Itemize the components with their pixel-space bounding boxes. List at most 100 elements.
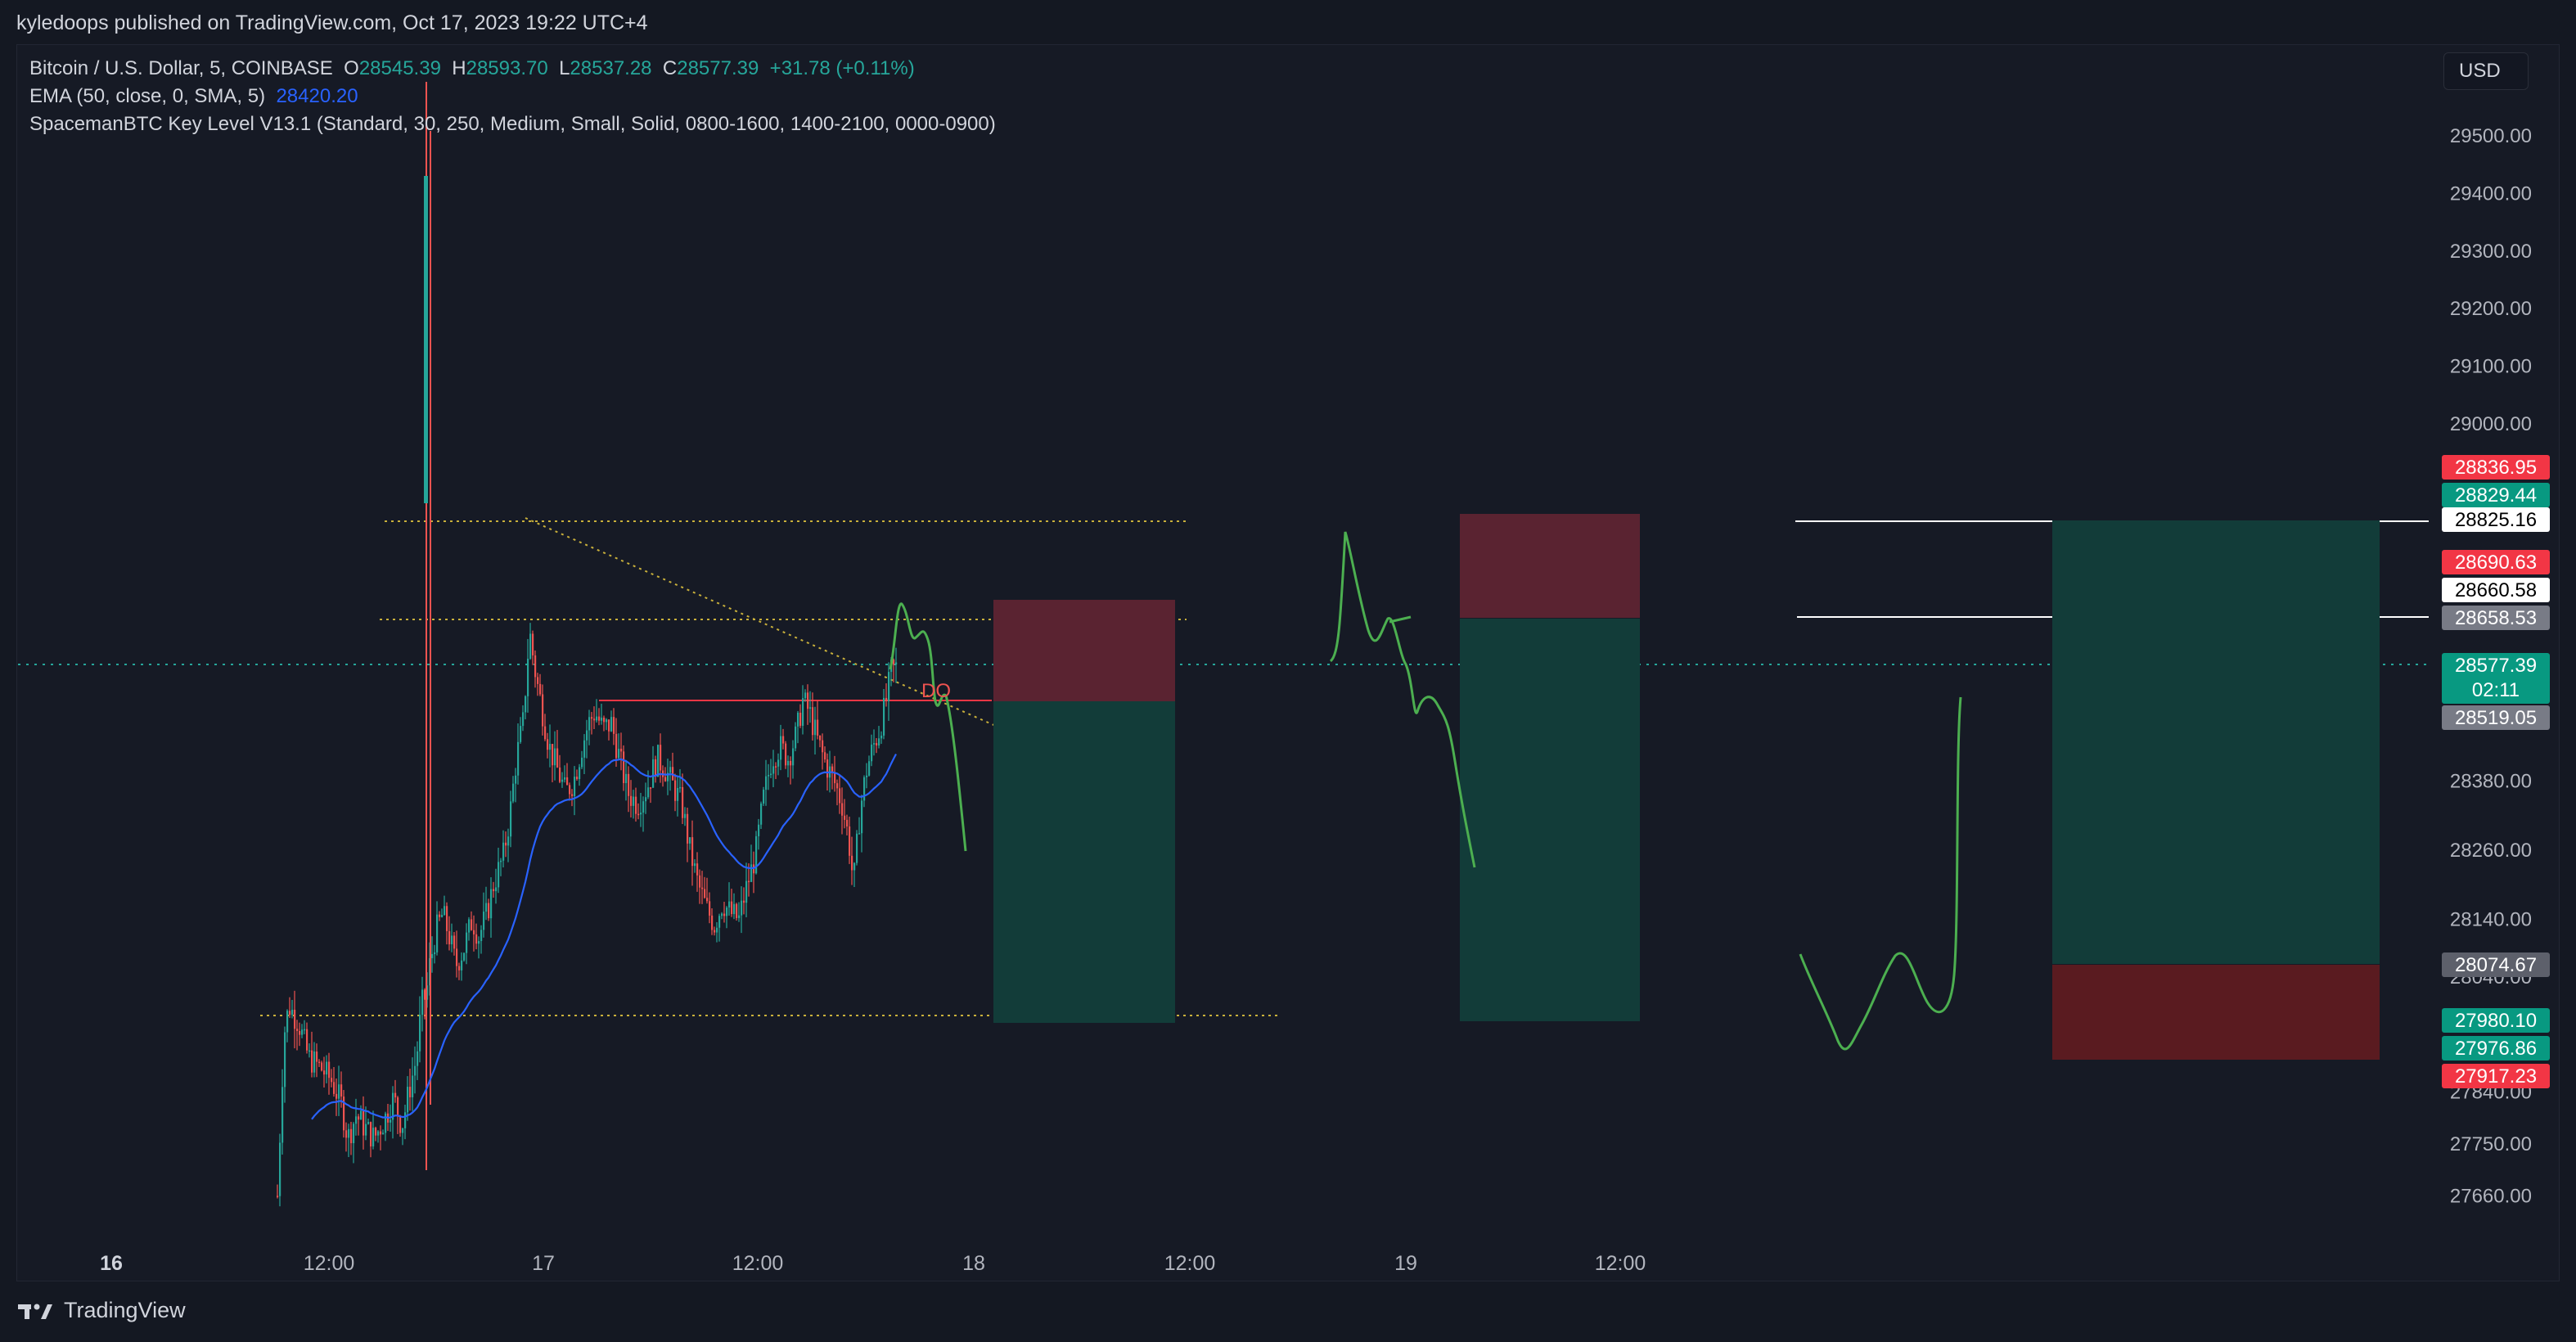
price-tag-label: 28690.63 — [2455, 552, 2537, 574]
candle — [677, 776, 679, 817]
candle — [505, 831, 507, 858]
long-position-target-zone[interactable] — [2052, 520, 2380, 964]
candle — [453, 932, 456, 956]
short-position-2-target-zone[interactable] — [1460, 619, 1640, 1021]
candle — [613, 708, 615, 745]
candle — [647, 770, 650, 799]
price-tag-label: 27980.10 — [2455, 1010, 2537, 1032]
candle — [603, 715, 606, 732]
candle — [277, 1184, 279, 1199]
candle — [419, 996, 421, 1063]
currency-button[interactable]: USD — [2443, 52, 2529, 90]
candle — [760, 801, 763, 830]
candle — [718, 913, 721, 942]
projection-path-2-hook[interactable] — [1389, 615, 1412, 624]
candle — [377, 1129, 380, 1143]
candle — [363, 1096, 365, 1150]
candle — [866, 763, 868, 789]
candle — [279, 1133, 281, 1207]
candle — [863, 775, 866, 808]
short-position-1-stop-zone[interactable] — [993, 600, 1175, 701]
candle — [824, 746, 826, 763]
candle — [758, 818, 760, 850]
price-tag-label: 28660.58 — [2455, 579, 2537, 601]
candle — [792, 740, 795, 779]
projection-path-1[interactable] — [889, 602, 967, 852]
long-position-stop-zone[interactable] — [2052, 965, 2380, 1060]
candle — [301, 1024, 304, 1038]
candle — [657, 744, 660, 777]
candle — [868, 755, 871, 777]
projection-path-3[interactable] — [1799, 696, 1962, 1051]
candle — [687, 808, 689, 862]
price-tag: 27976.86 — [2442, 1036, 2550, 1061]
candle — [338, 1065, 340, 1116]
candle — [802, 685, 804, 735]
candle — [841, 787, 844, 835]
time-axis[interactable]: 16 12:00 17 12:00 18 12:00 19 12:00 — [100, 1252, 1646, 1275]
x-tick-label: 12:00 — [304, 1252, 355, 1275]
candle — [375, 1126, 377, 1142]
y-tick-label: 28380.00 — [2450, 770, 2532, 792]
candle — [370, 1121, 372, 1158]
candle — [745, 862, 748, 917]
legend-row-indicator[interactable]: SpacemanBTC Key Level V13.1 (Standard, 3… — [29, 113, 996, 136]
position-tools[interactable] — [993, 514, 2380, 1060]
candle — [345, 1122, 348, 1152]
candle — [885, 683, 888, 707]
candle — [333, 1066, 336, 1097]
candle — [851, 836, 853, 885]
candle — [461, 952, 463, 981]
candle — [765, 759, 768, 806]
candle — [731, 889, 733, 917]
candle — [328, 1052, 331, 1095]
candle — [480, 925, 483, 954]
candle — [299, 1022, 301, 1047]
candle — [782, 728, 785, 750]
candle — [493, 881, 495, 898]
candle — [625, 759, 628, 801]
price-tag: 28836.95 — [2442, 455, 2550, 480]
price-tag: 28829.44 — [2442, 483, 2550, 507]
candle — [780, 724, 782, 771]
candle — [797, 710, 799, 744]
candle — [809, 691, 812, 723]
candle — [893, 658, 895, 682]
legend-row-ema[interactable]: EMA (50, close, 0, SMA, 5) 28420.20 — [29, 85, 358, 108]
price-tag-label: 27976.86 — [2455, 1038, 2537, 1060]
short-position-2-stop-zone[interactable] — [1460, 514, 1640, 618]
candle — [331, 1069, 333, 1088]
candle — [571, 789, 574, 807]
candle — [694, 858, 696, 873]
candle — [286, 1009, 289, 1043]
candle — [696, 852, 699, 892]
candle — [785, 741, 787, 769]
tradingview-logo[interactable]: TradingView — [16, 1298, 186, 1323]
candle — [394, 1079, 397, 1103]
price-tag-label: 28825.16 — [2455, 509, 2537, 531]
candle — [601, 703, 603, 725]
candle — [441, 908, 444, 918]
candle — [473, 915, 475, 952]
short-position-1-target-zone[interactable] — [993, 701, 1175, 1023]
candle — [490, 877, 493, 938]
candle — [522, 705, 525, 732]
candle — [831, 763, 834, 790]
candle — [669, 760, 672, 791]
candle — [475, 923, 478, 950]
candle — [861, 795, 863, 853]
do-annotation: DO — [921, 680, 951, 702]
price-tag-label: 27917.23 — [2455, 1065, 2537, 1088]
candle — [736, 903, 738, 921]
price-chart[interactable]: DO 29500.00 29400.00 29300.00 29200.00 29100… — [0, 0, 2576, 1342]
projection-path-2[interactable] — [1329, 531, 1476, 868]
symbol-name[interactable]: Bitcoin / U.S. Dollar, 5, COINBASE — [29, 57, 333, 79]
close-label: C — [662, 57, 678, 79]
candle — [326, 1055, 328, 1083]
candle — [385, 1111, 387, 1142]
candle — [876, 737, 878, 754]
candle — [674, 773, 677, 812]
candle — [888, 662, 890, 721]
candle — [402, 1128, 404, 1146]
candle — [456, 930, 458, 978]
